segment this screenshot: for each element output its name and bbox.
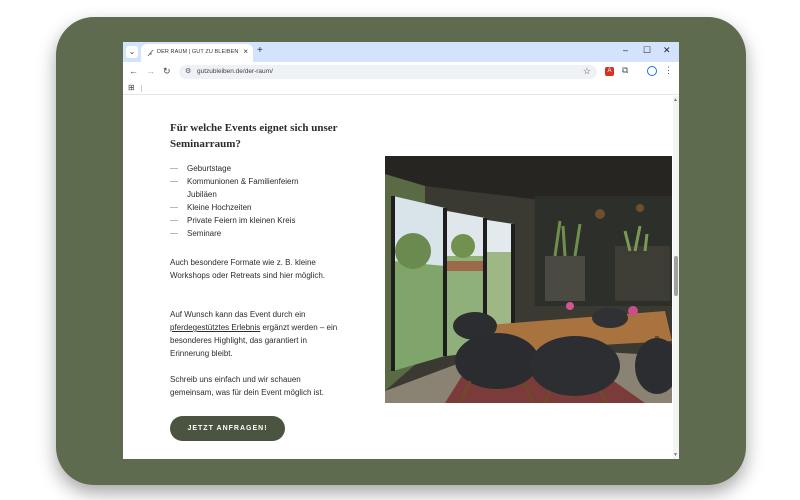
list-item: Private Feiern im kleinen Kreis bbox=[170, 214, 299, 227]
list-item: Jubiläen bbox=[187, 190, 217, 199]
paragraph-horse-experience: Auf Wunsch kann das Event durch ein pfer… bbox=[170, 310, 338, 358]
paragraph-formats: Auch besondere Formate wie z. B. kleine … bbox=[170, 258, 326, 280]
browser-window: ⌄ DER RAUM | GUT ZU BLEIBEN × + – ☐ ✕ ← … bbox=[123, 42, 679, 459]
bookmarks-separator bbox=[141, 85, 142, 92]
tab-title: DER RAUM | GUT ZU BLEIBEN bbox=[157, 49, 239, 55]
horse-experience-link[interactable]: pferdegestütztes Erlebnis bbox=[170, 323, 260, 332]
maximize-icon[interactable]: ☐ bbox=[643, 45, 651, 56]
dash-bullet bbox=[170, 207, 178, 208]
event-list: Geburtstage Kommunionen & Familienfeiern… bbox=[170, 162, 299, 240]
puzzle-icon[interactable]: ⧉ bbox=[622, 65, 628, 76]
dash-bullet bbox=[170, 168, 178, 169]
back-arrow-icon[interactable]: ← bbox=[129, 66, 138, 76]
bookmarks-bar: ⊞ bbox=[123, 82, 679, 95]
scroll-thumb[interactable] bbox=[674, 256, 678, 296]
feather-icon bbox=[147, 49, 155, 57]
list-item: Geburtstage bbox=[170, 162, 299, 175]
site-info-icon[interactable]: ⚙ bbox=[185, 67, 191, 75]
list-item: Kleine Hochzeiten bbox=[170, 201, 299, 214]
dash-bullet bbox=[170, 220, 178, 221]
paragraph-contact: Schreib uns einfach und wir schauen geme… bbox=[170, 375, 324, 397]
minimize-icon[interactable]: – bbox=[623, 45, 628, 55]
scroll-down-icon[interactable]: ▼ bbox=[673, 452, 678, 458]
list-item: Kommunionen & Familienfeiern bbox=[170, 175, 299, 188]
inquiry-button[interactable]: JETZT ANFRAGEN! bbox=[170, 416, 285, 441]
url-text[interactable]: gutzubleiben.de/der-raum/ bbox=[197, 68, 273, 75]
dash-bullet bbox=[170, 233, 178, 234]
close-window-icon[interactable]: ✕ bbox=[663, 45, 671, 56]
reload-icon[interactable]: ↻ bbox=[163, 66, 171, 77]
close-tab-icon[interactable]: × bbox=[243, 47, 248, 56]
tab-search-icon[interactable]: ⌄ bbox=[126, 46, 138, 58]
new-tab-icon[interactable]: + bbox=[257, 45, 263, 56]
section-heading: Für welche Events eignet sich unser Semi… bbox=[170, 122, 338, 150]
tab-active[interactable]: DER RAUM | GUT ZU BLEIBEN × bbox=[141, 44, 253, 62]
scrollbar[interactable]: ▲ ▼ bbox=[673, 96, 679, 459]
star-icon[interactable]: ☆ bbox=[583, 66, 591, 77]
scroll-up-icon[interactable]: ▲ bbox=[673, 97, 678, 103]
list-item: Seminare bbox=[170, 227, 299, 240]
forward-arrow-icon[interactable]: → bbox=[146, 66, 155, 76]
apps-grid-icon[interactable]: ⊞ bbox=[128, 83, 135, 92]
profile-icon[interactable] bbox=[647, 66, 657, 76]
pdf-extension-icon[interactable]: A bbox=[605, 67, 614, 76]
page-content: Für welche Events eignet sich unser Semi… bbox=[123, 96, 679, 459]
kebab-menu-icon[interactable]: ⋮ bbox=[664, 65, 673, 76]
address-bar[interactable]: ⚙ gutzubleiben.de/der-raum/ ☆ bbox=[179, 65, 597, 79]
tab-bar: ⌄ DER RAUM | GUT ZU BLEIBEN × + – ☐ ✕ bbox=[123, 42, 679, 62]
dash-bullet bbox=[170, 181, 178, 182]
browser-toolbar: ← → ↻ ⚙ gutzubleiben.de/der-raum/ ☆ A ⧉ … bbox=[123, 62, 679, 82]
seminar-room-photo bbox=[385, 156, 672, 403]
